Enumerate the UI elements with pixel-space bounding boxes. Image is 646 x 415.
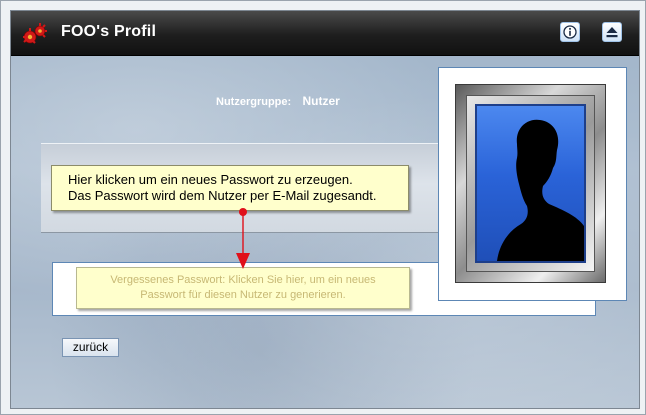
window-title: FOO's Profil: [61, 23, 157, 40]
photo-frame-inner: [466, 95, 595, 272]
forgot-password-hint[interactable]: Vergessenes Passwort: Klicken Sie hier, …: [76, 267, 410, 309]
tooltip-line: Das Passwort wird dem Nutzer per E-Mail …: [68, 188, 377, 203]
hint-line: Vergessenes Passwort: Klicken Sie hier, …: [110, 274, 376, 286]
hint-line: Passwort für diesen Nutzer zu generieren…: [140, 289, 346, 301]
info-icon: [563, 25, 577, 39]
back-button[interactable]: zurück: [62, 338, 119, 357]
avatar[interactable]: [475, 104, 586, 263]
title-bar: FOO's Profil: [11, 11, 639, 56]
user-group-value: Nutzer: [302, 94, 340, 108]
user-group-label: Nutzergruppe:: [216, 96, 292, 108]
silhouette-icon: [497, 119, 584, 261]
gear-bug-logo-icon: [21, 22, 49, 46]
profile-photo-card: [438, 67, 627, 301]
tooltip-line: Hier klicken um ein neues Passwort zu er…: [68, 172, 353, 187]
outer-frame: FOO's Profil Nutzergruppe: Nutzer Hier k…: [0, 0, 646, 415]
new-password-tooltip: Hier klicken um ein neues Passwort zu er…: [51, 165, 409, 211]
info-button[interactable]: [560, 22, 580, 42]
user-group-row: Nutzergruppe: Nutzer: [216, 94, 340, 108]
callout-arrow-icon: [236, 208, 250, 269]
eject-button[interactable]: [602, 22, 622, 42]
profile-window: FOO's Profil Nutzergruppe: Nutzer Hier k…: [10, 10, 640, 409]
photo-frame: [455, 84, 606, 283]
eject-icon: [606, 27, 618, 38]
